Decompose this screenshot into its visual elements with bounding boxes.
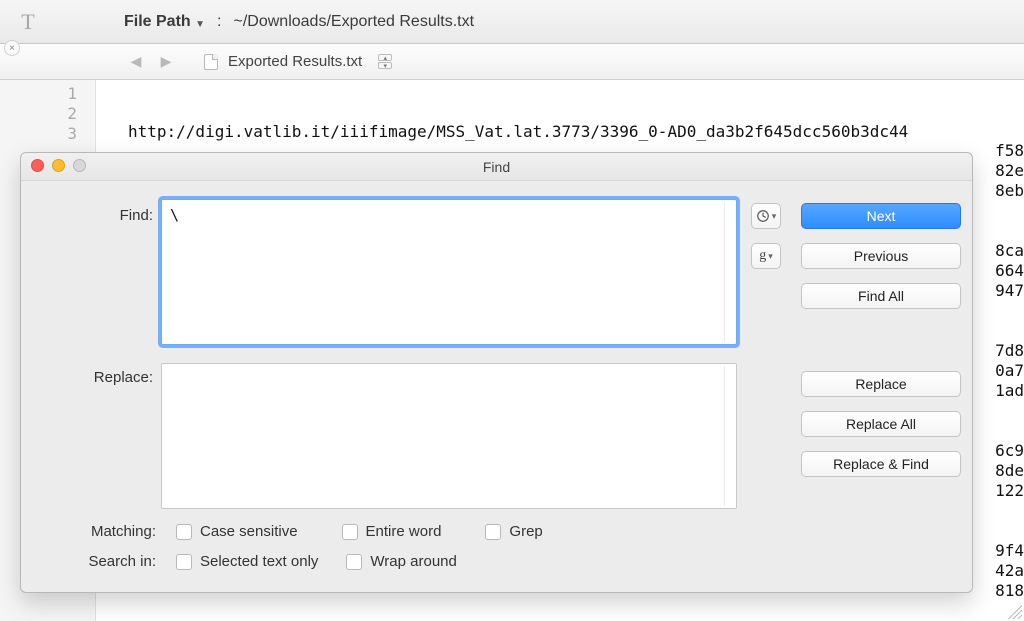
dialog-titlebar[interactable]: Find <box>21 153 972 181</box>
history-menu-button[interactable]: ▾ <box>751 203 781 229</box>
scrollbar[interactable] <box>724 202 734 342</box>
scrollbar[interactable] <box>724 366 734 506</box>
wrap-around-option[interactable]: Wrap around <box>346 553 456 570</box>
dialog-title: Find <box>483 159 510 175</box>
find-dialog: Find Find: \ ▾ g▾ Next Previous Find All… <box>20 152 973 593</box>
path-separator: : <box>217 13 221 31</box>
selected-text-only-option[interactable]: Selected text only <box>176 553 318 570</box>
clock-icon <box>756 209 770 223</box>
chevron-down-icon: ▾ <box>772 211 777 222</box>
minimize-window-button[interactable] <box>52 159 65 172</box>
checkbox[interactable] <box>342 524 358 540</box>
grep-menu-button[interactable]: g▾ <box>751 243 781 269</box>
replace-button[interactable]: Replace <box>801 371 961 397</box>
close-window-button[interactable] <box>31 159 44 172</box>
text-tool-icon[interactable]: T <box>12 7 44 37</box>
file-path-value: ~/Downloads/Exported Results.txt <box>234 13 475 31</box>
chevron-down-icon: ▾ <box>768 251 773 262</box>
checkbox[interactable] <box>176 554 192 570</box>
find-input[interactable]: \ <box>161 199 737 345</box>
document-bar: ◀ ▶ Exported Results.txt ▴▾ <box>0 44 1024 80</box>
document-filename[interactable]: Exported Results.txt <box>228 53 362 70</box>
file-path-label[interactable]: File Path ▼ <box>124 13 205 31</box>
zoom-window-button[interactable] <box>73 159 86 172</box>
find-all-button[interactable]: Find All <box>801 283 961 309</box>
checkbox[interactable] <box>485 524 501 540</box>
chevron-down-icon: ▼ <box>195 19 205 30</box>
document-stepper[interactable]: ▴▾ <box>378 54 392 69</box>
entire-word-option[interactable]: Entire word <box>342 523 442 540</box>
replace-label: Replace: <box>33 369 153 386</box>
next-button[interactable]: Next <box>801 203 961 229</box>
case-sensitive-option[interactable]: Case sensitive <box>176 523 298 540</box>
line-number: 1 <box>0 84 95 104</box>
code-overflow-tails: f5882e8eb 8ca664947 7d80a71ad 6c98de122 … <box>988 101 1024 621</box>
path-bar: T File Path ▼ : ~/Downloads/Exported Res… <box>0 0 1024 44</box>
replace-and-find-button[interactable]: Replace & Find <box>801 451 961 477</box>
nav-back-button[interactable]: ◀ <box>126 52 146 72</box>
close-pathbar-button[interactable]: × <box>4 40 20 56</box>
code-line: http://digi.vatlib.it/iiifimage/MSS_Vat.… <box>128 122 1024 142</box>
document-icon <box>204 54 218 70</box>
line-number: 3 <box>0 124 95 144</box>
resize-grip-icon[interactable] <box>1006 603 1022 619</box>
search-in-label: Search in: <box>51 553 156 570</box>
checkbox[interactable] <box>176 524 192 540</box>
window-controls <box>31 159 86 172</box>
replace-input[interactable] <box>161 363 737 509</box>
grep-option[interactable]: Grep <box>485 523 542 540</box>
previous-button[interactable]: Previous <box>801 243 961 269</box>
find-label: Find: <box>33 207 153 224</box>
nav-forward-button[interactable]: ▶ <box>156 52 176 72</box>
checkbox[interactable] <box>346 554 362 570</box>
replace-all-button[interactable]: Replace All <box>801 411 961 437</box>
matching-label: Matching: <box>51 523 156 540</box>
line-number: 2 <box>0 104 95 124</box>
